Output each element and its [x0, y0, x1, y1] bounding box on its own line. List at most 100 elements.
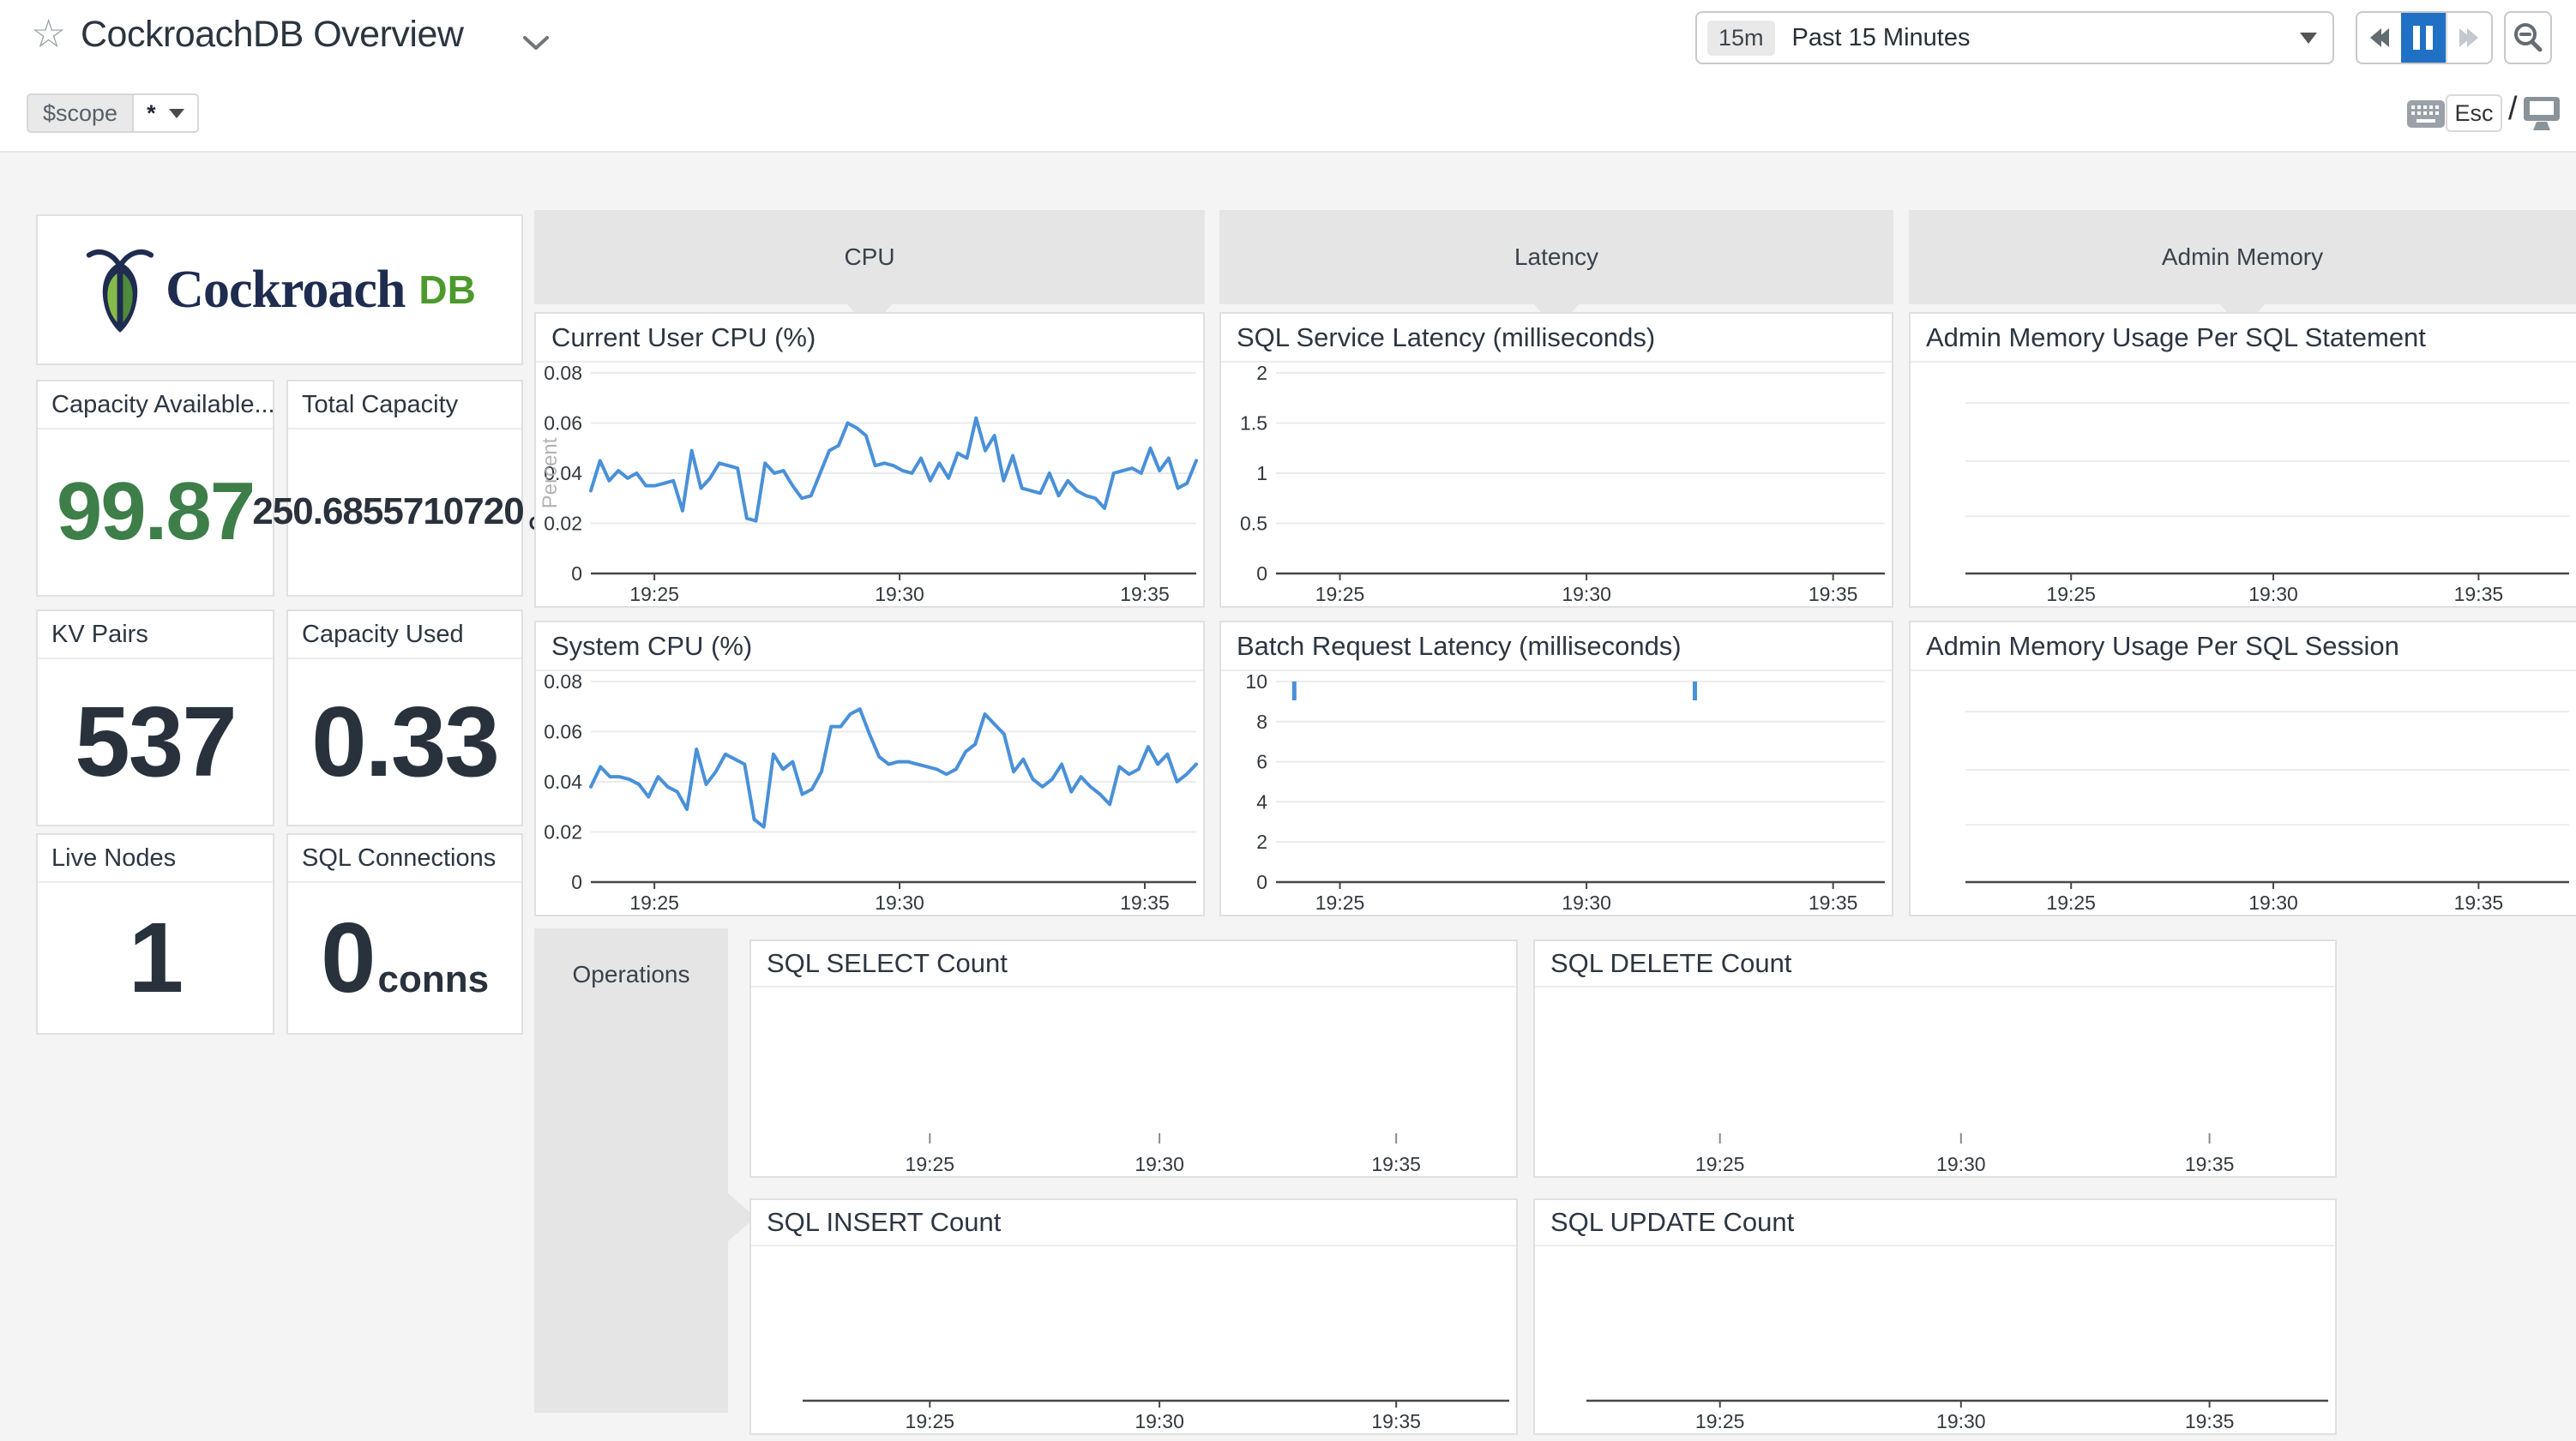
logo-db-suffix: DB	[418, 267, 475, 313]
chart-title: SQL Service Latency (milliseconds)	[1221, 314, 1892, 363]
shortcut-slash: /	[2508, 91, 2518, 128]
svg-text:19:30: 19:30	[1562, 583, 1611, 605]
group-header-operations[interactable]: Operations	[534, 928, 728, 1413]
stat-value: 0	[321, 900, 375, 1015]
chart-plot-area: 19:25 19:30 19:35	[751, 986, 1516, 1176]
rewind-icon	[2378, 28, 2389, 47]
chart-card-sql-delete-count[interactable]: SQL DELETE Count 19:2519:3019:35	[1533, 940, 2337, 1178]
chart-plot-area: 19:2519:3019:35	[1911, 669, 2576, 915]
chart-card-system-cpu[interactable]: System CPU (%) 0.080.060.040.02019:2519:…	[534, 621, 1205, 916]
keyboard-shortcuts-icon[interactable]	[2406, 99, 2446, 133]
stat-tile-capacity-used[interactable]: Capacity Used 0.33	[286, 609, 523, 826]
svg-text:10: 10	[1245, 670, 1267, 693]
svg-text:19:30: 19:30	[1135, 1410, 1184, 1432]
svg-text:19:25: 19:25	[1695, 1410, 1745, 1432]
template-variable-name: $scope	[27, 93, 132, 133]
scope-caret-icon	[169, 109, 184, 118]
stat-tile-total-capacity[interactable]: Total Capacity 250.6855710720 GB	[286, 380, 523, 597]
stat-label: Capacity Used	[288, 611, 521, 659]
svg-text:0.08: 0.08	[544, 362, 582, 384]
svg-text:2: 2	[1256, 831, 1267, 853]
svg-text:19:25: 19:25	[2046, 892, 2096, 914]
chart-title: SQL SELECT Count	[751, 941, 1516, 988]
chart-plot-area: 19:2519:3019:35	[1911, 361, 2576, 606]
svg-text:19:25: 19:25	[629, 583, 679, 605]
time-range-badge: 15m	[1707, 21, 1775, 56]
svg-text:19:30: 19:30	[1562, 892, 1611, 914]
group-title: CPU	[844, 243, 894, 271]
toolbar-divider	[0, 151, 2576, 153]
group-header-cpu[interactable]: CPU	[534, 210, 1205, 304]
stat-label: Live Nodes	[38, 835, 273, 883]
cockroachdb-logo-card[interactable]: Cockroach DB	[36, 214, 523, 365]
svg-text:0: 0	[1256, 871, 1267, 893]
svg-text:19:25: 19:25	[1695, 1153, 1745, 1175]
stat-value: 1	[129, 900, 183, 1015]
template-variable-scope[interactable]: $scope *	[27, 93, 199, 133]
svg-text:19:30: 19:30	[2248, 583, 2298, 605]
svg-text:4: 4	[1256, 790, 1267, 813]
svg-text:19:30: 19:30	[1135, 1153, 1184, 1175]
svg-text:19:25: 19:25	[906, 1153, 955, 1175]
svg-text:Percent: Percent	[539, 437, 562, 508]
pause-button[interactable]	[2401, 13, 2445, 63]
stat-tile-kv-pairs[interactable]: KV Pairs 537	[36, 609, 274, 826]
svg-text:0.06: 0.06	[544, 412, 582, 435]
chart-card-sql-update-count[interactable]: SQL UPDATE Count 19:2519:3019:35	[1533, 1198, 2337, 1435]
svg-text:0.02: 0.02	[544, 513, 582, 535]
svg-text:19:30: 19:30	[875, 583, 924, 605]
group-header-admin-memory[interactable]: Admin Memory	[1909, 210, 2576, 304]
title-chevron-down-icon[interactable]	[521, 34, 551, 56]
svg-text:19:35: 19:35	[2454, 892, 2504, 914]
svg-text:19:25: 19:25	[1315, 892, 1365, 914]
chart-plot-area: 21.510.5019:2519:3019:35	[1221, 361, 1892, 606]
chart-plot-area: 19:25 19:30 19:35	[1535, 1245, 2335, 1433]
svg-text:19:35: 19:35	[1120, 892, 1170, 914]
chart-title: Admin Memory Usage Per SQL Statement	[1911, 314, 2576, 363]
chart-title: System CPU (%)	[536, 622, 1203, 671]
zoom-out-button[interactable]	[2504, 11, 2552, 64]
stat-tile-capacity-available[interactable]: Capacity Available... 99.87	[36, 380, 274, 597]
svg-text:19:35: 19:35	[2185, 1153, 2235, 1175]
time-transport-controls	[2356, 11, 2493, 64]
chart-card-sql-insert-count[interactable]: SQL INSERT Count 19:2519:3019:35	[749, 1198, 1518, 1435]
fast-forward-button[interactable]	[2446, 13, 2491, 63]
logo-wordmark: Cockroach	[166, 260, 405, 321]
svg-text:19:35: 19:35	[2185, 1410, 2235, 1432]
svg-text:0: 0	[571, 871, 582, 893]
chart-card-admin-memory-session[interactable]: Admin Memory Usage Per SQL Session 19:25…	[1909, 621, 2576, 916]
svg-text:19:35: 19:35	[1809, 892, 1858, 914]
esc-key-badge[interactable]: Esc	[2446, 94, 2502, 132]
svg-text:0: 0	[1256, 562, 1267, 585]
fullscreen-monitor-icon[interactable]	[2523, 96, 2561, 136]
chart-card-current-user-cpu[interactable]: Current User CPU (%) 0.080.060.040.02019…	[534, 312, 1205, 608]
svg-text:19:30: 19:30	[1936, 1410, 1986, 1432]
svg-text:19:25: 19:25	[2046, 583, 2096, 605]
chart-card-sql-service-latency[interactable]: SQL Service Latency (milliseconds) 21.51…	[1219, 312, 1893, 608]
rewind-button[interactable]	[2357, 13, 2401, 63]
favorite-star-icon[interactable]: ☆	[31, 14, 66, 53]
group-title: Latency	[1514, 243, 1598, 271]
page-title[interactable]: CockroachDB Overview	[81, 14, 463, 56]
group-title: Operations	[534, 961, 728, 988]
pause-icon	[2413, 26, 2433, 50]
chart-card-batch-request-latency[interactable]: Batch Request Latency (milliseconds) 108…	[1219, 621, 1893, 916]
group-header-latency[interactable]: Latency	[1219, 210, 1893, 304]
time-range-picker[interactable]: 15m Past 15 Minutes	[1695, 11, 2334, 64]
svg-text:0.06: 0.06	[544, 721, 582, 743]
svg-text:19:30: 19:30	[875, 892, 924, 914]
stat-label: Total Capacity	[288, 381, 521, 429]
chart-card-admin-memory-statement[interactable]: Admin Memory Usage Per SQL Statement 19:…	[1909, 312, 2576, 608]
svg-text:19:35: 19:35	[1120, 583, 1170, 605]
chart-card-sql-select-count[interactable]: SQL SELECT Count 19:25 19:30 19:35	[749, 940, 1518, 1178]
chart-plot-area: 19:2519:3019:35	[751, 1245, 1516, 1433]
stat-value: 99.87	[57, 465, 254, 559]
chart-plot-area: 19:2519:3019:35	[1535, 986, 2335, 1176]
svg-text:19:35: 19:35	[1371, 1410, 1421, 1432]
svg-text:19:35: 19:35	[1371, 1153, 1421, 1175]
svg-text:0.02: 0.02	[544, 821, 582, 844]
stat-tile-sql-connections[interactable]: SQL Connections 0 conns	[286, 833, 523, 1035]
stat-tile-live-nodes[interactable]: Live Nodes 1	[36, 833, 274, 1035]
svg-text:19:35: 19:35	[1809, 583, 1858, 605]
template-variable-value-select[interactable]: *	[132, 93, 199, 133]
